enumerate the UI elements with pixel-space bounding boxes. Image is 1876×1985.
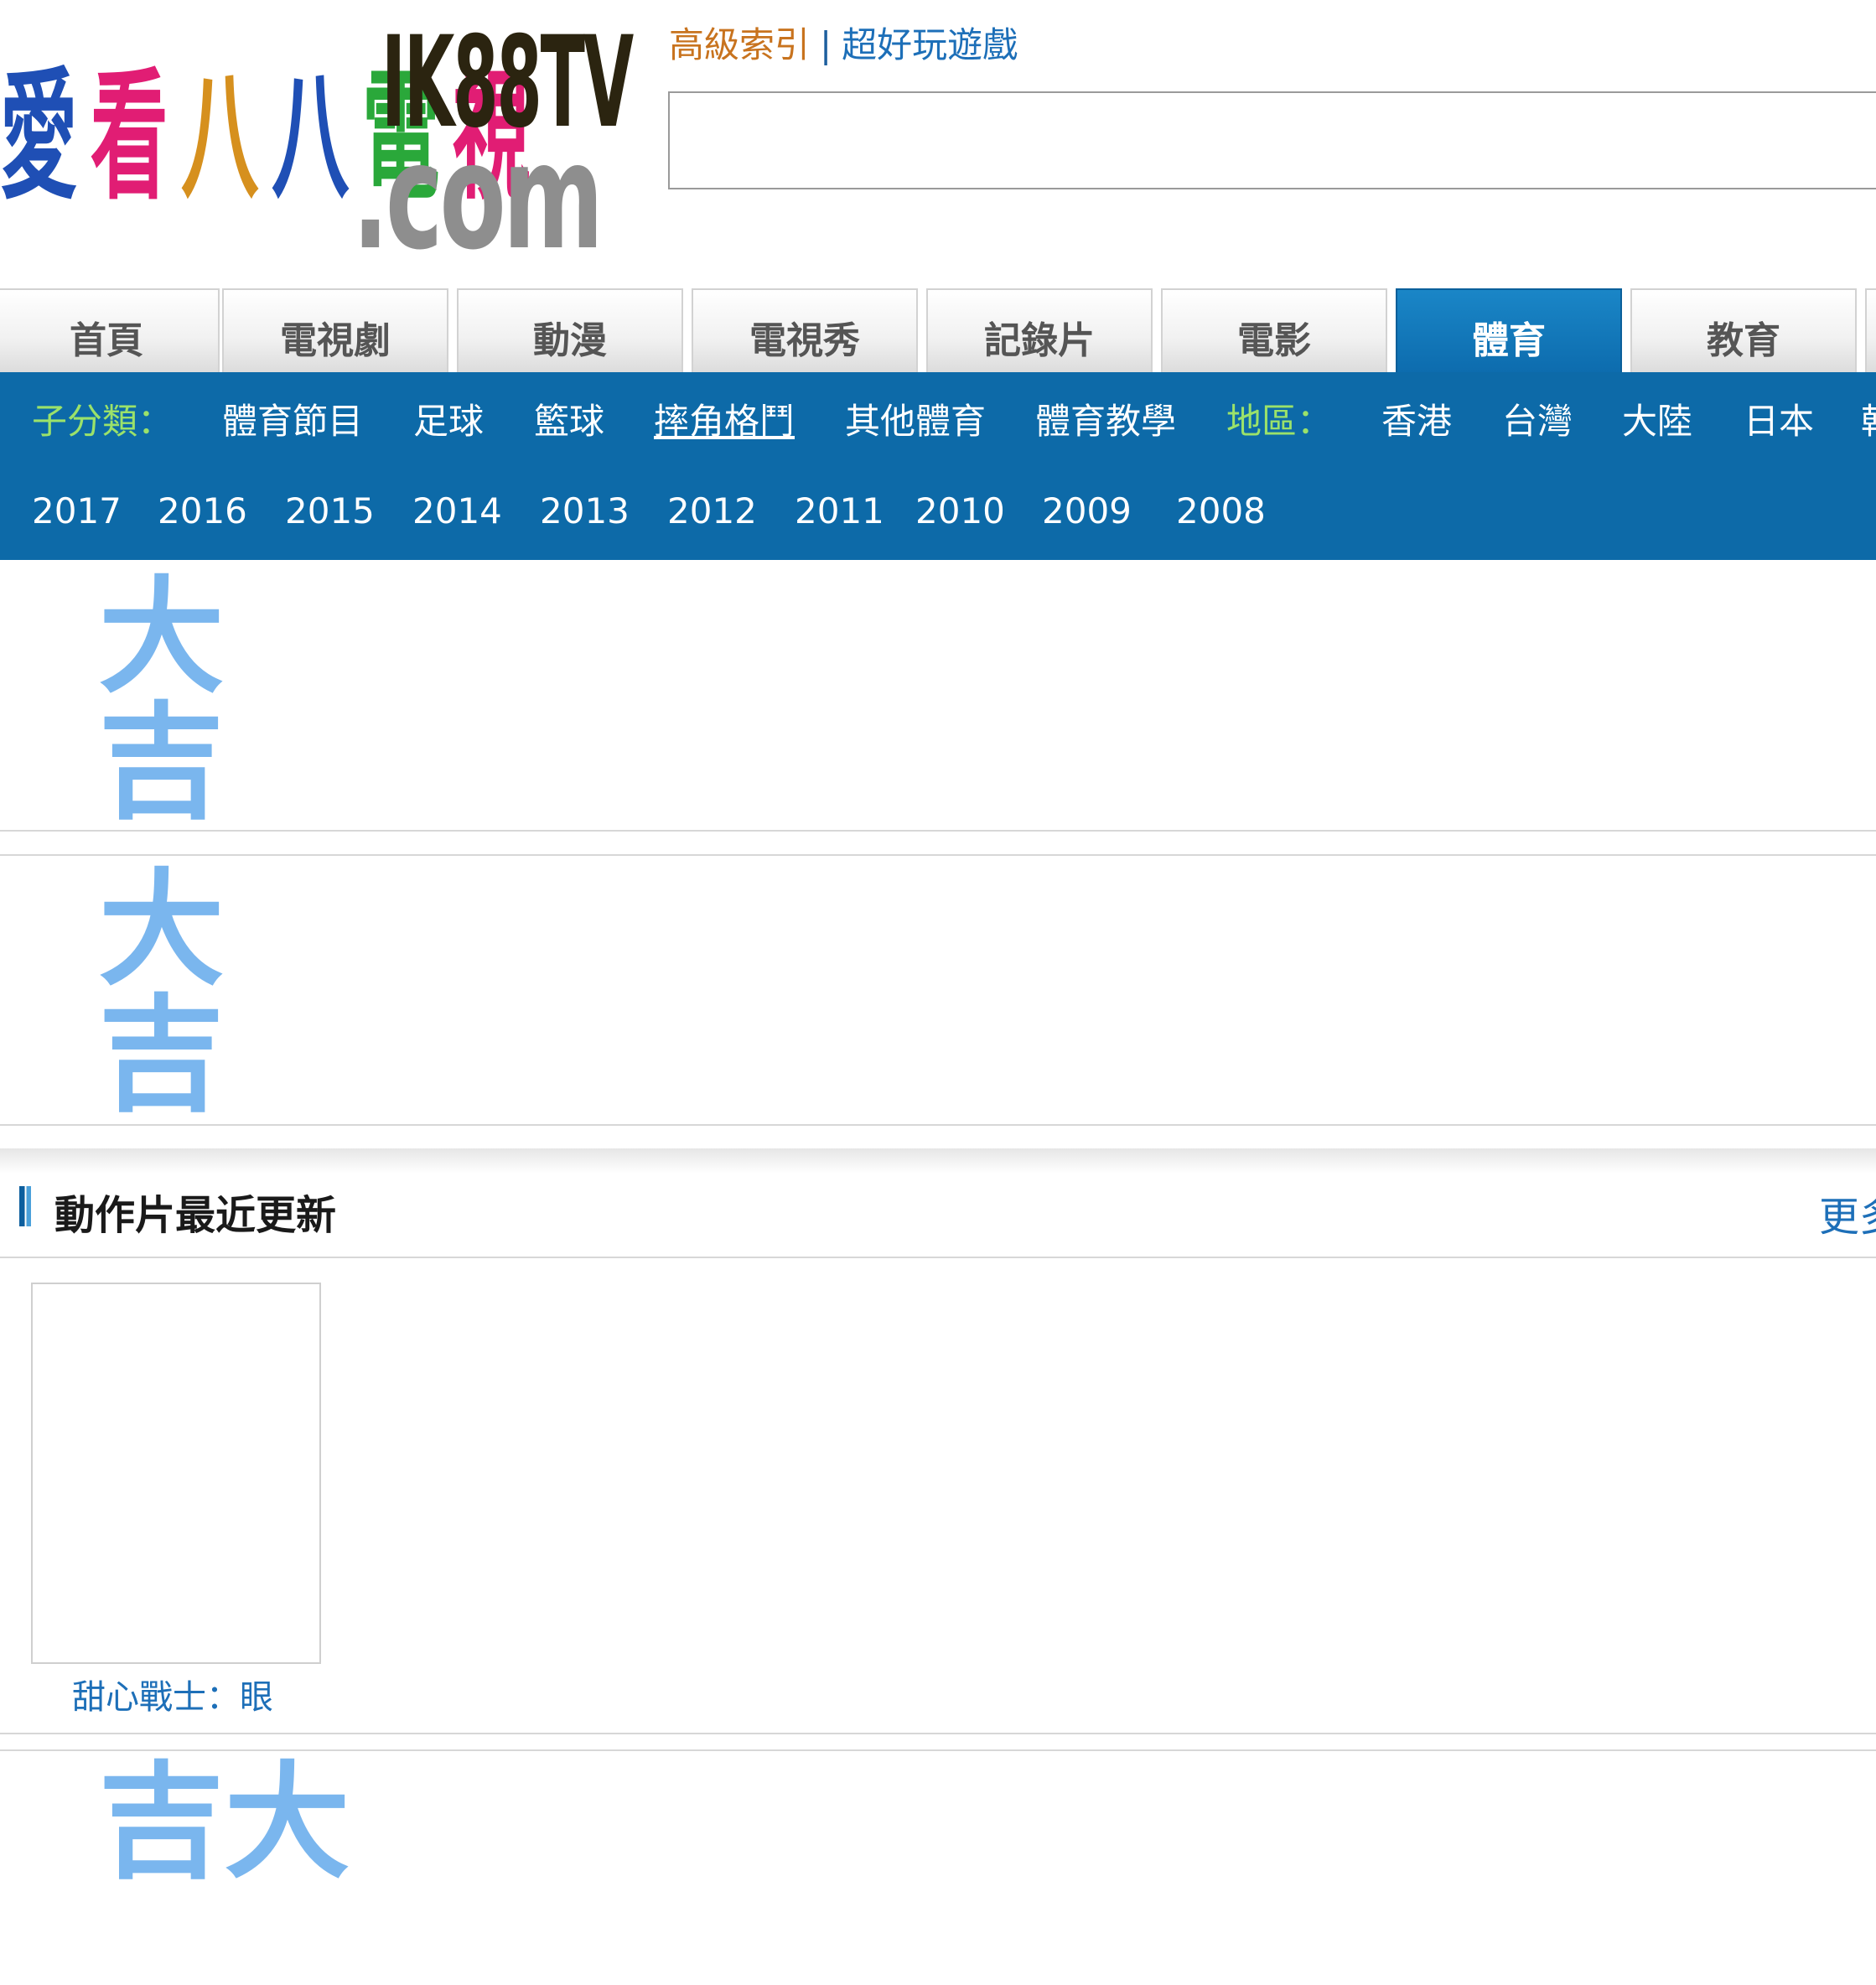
ad-logo-glyph: 大吉 [77, 570, 225, 821]
logo-char: 八 [272, 54, 349, 219]
tab-home[interactable]: 首頁 [0, 288, 220, 372]
ad-banner-1[interactable]: 大吉 [0, 560, 1876, 830]
ad-logo-glyph: 大吉 [77, 1755, 350, 1881]
subcategory-item[interactable]: 足球 [413, 393, 484, 444]
year-item[interactable]: 2016 [158, 490, 247, 531]
subcategory-label: 子分類： [32, 400, 174, 442]
tab-education[interactable]: 教育 [1630, 288, 1857, 372]
logo-char: 愛 [0, 54, 77, 219]
filter-bar: 子分類： 體育節目 足球 籃球 摔角格鬥 其他體育 體育教學 地區： 香港 台灣… [0, 372, 1876, 560]
main-nav-tabs: 首頁 電視劇 動漫 電視秀 記錄片 電影 體育 教育 [0, 288, 1876, 372]
section-separator [0, 1148, 1876, 1174]
region-label: 地區： [1226, 400, 1333, 442]
ad-banner-2[interactable]: 大吉 [0, 856, 1876, 1124]
advanced-search-link[interactable]: 高級索引 [669, 24, 810, 65]
subcategory-item-active[interactable]: 摔角格鬥 [654, 393, 795, 444]
year-item[interactable]: 2011 [795, 490, 884, 531]
tab-documentary[interactable]: 記錄片 [926, 288, 1153, 372]
tab-tv-drama[interactable]: 電視劇 [222, 288, 448, 372]
divider [0, 1257, 1876, 1258]
divider [0, 830, 1876, 832]
region-item[interactable]: 香港 [1381, 393, 1452, 444]
link-separator: | [820, 24, 832, 65]
section-title: 動作片最近更新 [54, 1192, 337, 1239]
subcategory-item[interactable]: 體育教學 [1035, 393, 1176, 444]
logo-en-bottom: .com [352, 112, 604, 282]
subcategory-item[interactable]: 體育節目 [222, 393, 363, 444]
tab-anime[interactable]: 動漫 [457, 288, 683, 372]
page: 愛 看 八 八 電 視 IK88TV .com 高級索引 | 超好玩遊戲 首頁 電視… [0, 0, 1876, 1985]
year-item[interactable]: 2010 [915, 490, 1005, 531]
subcategory-item[interactable]: 籃球 [534, 393, 604, 444]
year-item[interactable]: 2017 [32, 490, 122, 531]
more-link[interactable]: 更多 [1819, 1184, 1876, 1242]
divider [0, 1733, 1876, 1734]
section-marker-icon [19, 1186, 31, 1226]
subcategory-item[interactable]: 其他體育 [845, 393, 986, 444]
year-item[interactable]: 2012 [667, 490, 757, 531]
year-item[interactable]: 2014 [412, 490, 502, 531]
logo-char: 八 [181, 54, 258, 219]
year-item[interactable]: 2008 [1176, 490, 1266, 531]
games-link[interactable]: 超好玩遊戲 [842, 24, 1018, 65]
region-item[interactable]: 日本 [1744, 393, 1814, 444]
region-item[interactable]: 台灣 [1502, 393, 1573, 444]
poster-image[interactable] [31, 1283, 321, 1664]
region-item[interactable]: 韓 [1861, 393, 1876, 444]
region-item[interactable]: 大陸 [1622, 393, 1692, 444]
poster-title-link[interactable]: 甜心戰士：眼 [72, 1670, 273, 1718]
tab-movie[interactable]: 電影 [1161, 288, 1387, 372]
year-item[interactable]: 2013 [540, 490, 630, 531]
divider [0, 1124, 1876, 1126]
ad-logo-glyph: 大吉 [77, 863, 225, 1114]
site-logo[interactable]: 愛 看 八 八 電 視 IK88TV .com [0, 15, 634, 271]
tab-tv-show[interactable]: 電視秀 [692, 288, 918, 372]
tab-sports[interactable]: 體育 [1396, 288, 1622, 372]
year-item[interactable]: 2009 [1042, 490, 1132, 531]
logo-char: 看 [91, 54, 168, 219]
year-item[interactable]: 2015 [285, 490, 375, 531]
tab-more[interactable] [1865, 288, 1876, 372]
search-input[interactable] [668, 91, 1876, 189]
top-links: 高級索引 | 超好玩遊戲 [669, 22, 1018, 69]
ad-banner-3[interactable]: 大吉 [0, 1751, 1876, 1985]
